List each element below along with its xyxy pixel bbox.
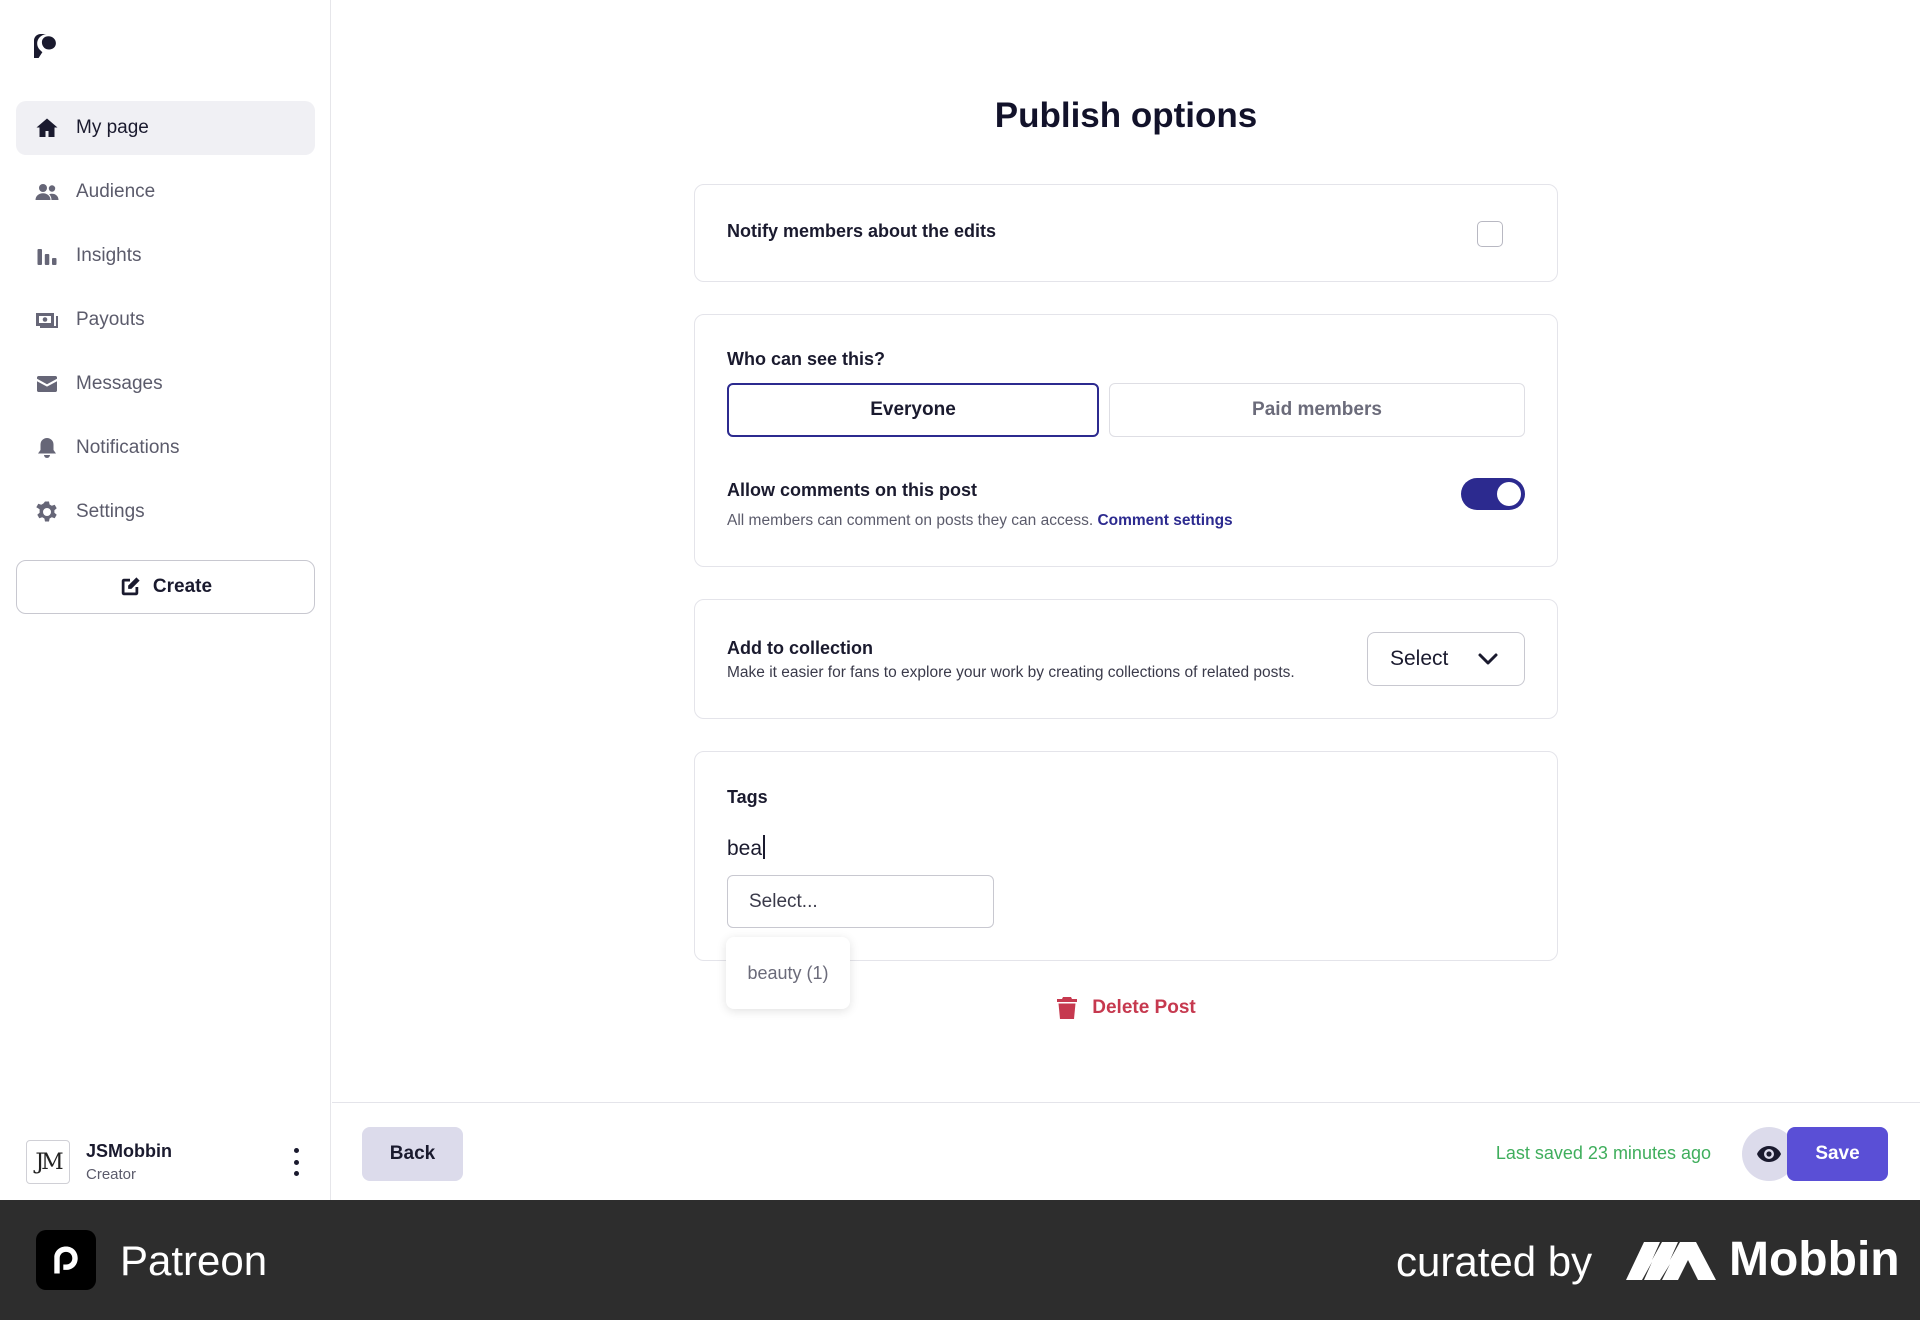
user-role: Creator [86,1166,137,1183]
sidebar-item-label: Insights [76,245,142,266]
brand-bar: Patreon curated by Mobbin [0,1200,1920,1320]
back-button[interactable]: Back [362,1127,463,1181]
save-button[interactable]: Save [1787,1127,1888,1181]
page-title: Publish options [994,96,1258,135]
collection-card: Add to collection Make it easier for fan… [694,599,1558,719]
notify-card: Notify members about the edits [694,184,1558,282]
text-caret [763,835,766,859]
toggle-knob [1497,482,1521,506]
delete-post-label: Delete Post [1092,997,1196,1018]
notify-label: Notify members about the edits [727,221,997,241]
eye-icon [1757,1146,1781,1162]
gear-icon [34,499,60,525]
avatar[interactable]: JM [26,1140,70,1184]
sidebar-item-messages[interactable]: Messages [16,357,315,411]
visibility-option-paid-members[interactable]: Paid members [1109,383,1525,437]
collection-label: Add to collection [727,638,873,658]
main-content: Publish options Notify members about the… [332,0,1920,1200]
notify-checkbox[interactable] [1477,221,1503,247]
tags-card: Tags bea Select... [694,751,1558,961]
more-options-icon[interactable] [286,1148,306,1176]
sidebar-item-label: Messages [76,373,163,394]
comments-description-row: All members can comment on posts they ca… [727,512,1233,530]
comments-toggle[interactable] [1461,478,1525,510]
patreon-logo-icon[interactable] [34,34,56,58]
sidebar-item-insights[interactable]: Insights [16,229,315,283]
sidebar-item-my-page[interactable]: My page [16,101,315,155]
envelope-icon [34,371,60,397]
sidebar-item-audience[interactable]: Audience [16,165,315,219]
delete-post-button[interactable]: Delete Post [332,996,1920,1020]
sidebar-item-label: Settings [76,501,145,522]
sidebar-nav: My page Audience Insights Payouts Messag… [16,101,315,549]
visibility-card: Who can see this? Everyone Paid members … [694,314,1558,567]
sidebar-item-label: Payouts [76,309,145,330]
collection-select[interactable]: Select [1367,632,1525,686]
sidebar-item-label: Notifications [76,437,180,458]
sidebar-item-label: Audience [76,181,156,202]
collection-select-label: Select [1390,647,1449,670]
patreon-app-icon [36,1230,96,1290]
brand-app-name: Patreon [120,1237,268,1284]
sidebar-item-notifications[interactable]: Notifications [16,421,315,475]
trash-icon [1057,997,1078,1019]
mobbin-logo-icon [1626,1238,1716,1282]
edit-icon [121,577,140,596]
user-profile: JM JSMobbin Creator [26,1134,306,1190]
home-icon [34,115,60,141]
bar-chart-icon [34,243,60,269]
bell-icon [34,435,60,461]
create-button-label: Create [152,576,213,597]
create-button[interactable]: Create [16,560,315,614]
user-info: JSMobbin Creator [86,1141,172,1183]
sidebar-item-payouts[interactable]: Payouts [16,293,315,347]
comments-label: Allow comments on this post [727,480,978,500]
comment-settings-link[interactable]: Comment settings [1097,512,1232,529]
sidebar-item-label: My page [76,117,149,138]
money-icon [34,307,60,333]
tags-select[interactable]: Select... [727,875,994,928]
comments-description: All members can comment on posts they ca… [727,512,1094,529]
user-name: JSMobbin [86,1141,172,1161]
tags-input[interactable]: bea [727,835,766,861]
collection-description: Make it easier for fans to explore your … [727,664,1295,681]
curated-by-text: curated by [1396,1238,1593,1285]
sidebar: My page Audience Insights Payouts Messag… [0,0,331,1200]
people-icon [34,179,60,205]
tags-input-value: bea [727,837,763,860]
visibility-label: Who can see this? [727,349,886,369]
mobbin-name: Mobbin [1729,1233,1900,1286]
editor-footer: Back Last saved 23 minutes ago Save [332,1102,1920,1200]
sidebar-item-settings[interactable]: Settings [16,485,315,539]
visibility-option-everyone[interactable]: Everyone [727,383,1099,437]
last-saved-status: Last saved 23 minutes ago [1495,1143,1711,1163]
chevron-down-icon [1478,653,1498,665]
tags-label: Tags [727,787,768,807]
